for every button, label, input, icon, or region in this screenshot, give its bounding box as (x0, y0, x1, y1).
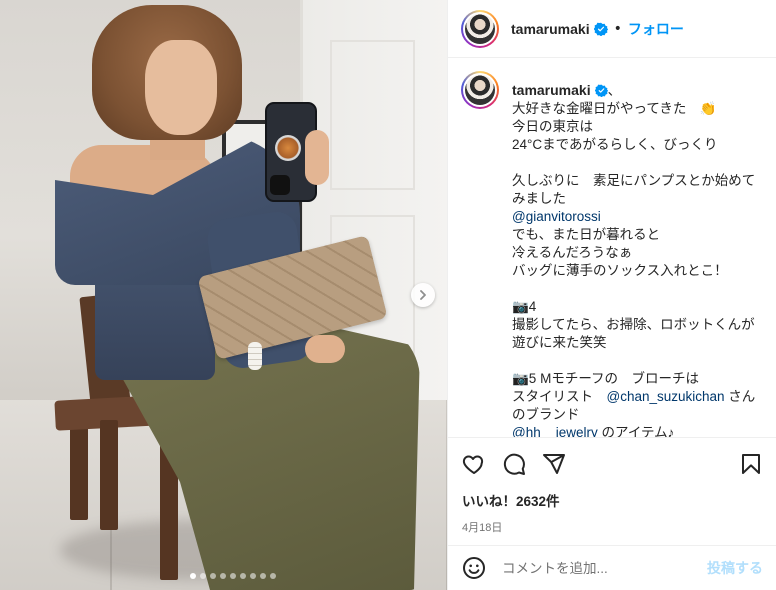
chair-leg (70, 420, 88, 520)
avatar[interactable] (461, 71, 499, 109)
post-header: tamarumaki • フォロー (448, 0, 776, 58)
door-panel (330, 40, 415, 190)
like-button[interactable] (462, 452, 486, 476)
caption-username[interactable]: tamarumaki (512, 82, 591, 98)
carousel-dot (230, 573, 236, 579)
separator-dot: • (613, 20, 622, 37)
carousel-dot (220, 573, 226, 579)
post-photo[interactable] (0, 0, 447, 590)
hand (305, 335, 345, 363)
caption-line: スタイリスト @chan_suzukichan さんのブランド (512, 389, 756, 422)
phone-camera (270, 175, 290, 195)
caption-line: 📷4 (512, 299, 537, 314)
carousel-dot (200, 573, 206, 579)
carousel-dot (260, 573, 266, 579)
caption-line: 24°Cまであがるらしく、びっくり (512, 137, 718, 152)
avatar[interactable] (461, 9, 499, 48)
caption-line: @gianvitorossi (512, 208, 761, 226)
share-button[interactable] (542, 452, 566, 476)
carousel-dot (250, 573, 256, 579)
caption-blank-line (512, 154, 761, 172)
mention-link[interactable]: @chan_suzukichan (607, 389, 725, 404)
avatar-image (465, 75, 495, 105)
save-button[interactable] (739, 452, 763, 476)
carousel-dot (190, 573, 196, 579)
hand-holding-phone (305, 130, 329, 185)
avatar-image (465, 13, 495, 44)
caption-line: 大好きな金曜日がやってきた 👏 (512, 101, 717, 116)
like-count[interactable]: いいね！2632件 (462, 490, 763, 510)
chevron-right-icon (420, 290, 426, 300)
comment-button[interactable] (502, 452, 526, 476)
action-icon-row (462, 438, 763, 490)
post-comment-button[interactable]: 投稿する (707, 558, 763, 578)
caption-blank-line (512, 352, 761, 370)
mention-link[interactable]: @gianvitorossi (512, 209, 601, 224)
caption-suffix: 、 (607, 83, 622, 98)
caption-line: 冷えるんだろうなぁ (512, 245, 633, 260)
carousel-next-button[interactable] (411, 283, 435, 307)
caption-line: でも、また日が暮れると (512, 227, 661, 242)
caption-blank-line (512, 280, 761, 298)
carousel-indicator (190, 573, 276, 579)
pearl-bracelet (248, 342, 262, 370)
caption-line: 久しぶりに 素足にパンプスとか始めてみました (512, 173, 756, 206)
post-actions: いいね！2632件 4月18日 (448, 437, 776, 535)
carousel-dot (240, 573, 246, 579)
blouse-body (95, 270, 215, 380)
follow-button[interactable]: フォロー (628, 19, 684, 39)
heart-icon (462, 455, 484, 474)
post-date[interactable]: 4月18日 (462, 519, 763, 535)
verified-badge-icon (593, 22, 608, 36)
mention-link[interactable]: @hh__jewelry (512, 425, 598, 437)
comment-icon (503, 453, 525, 475)
caption-line: 撮影してたら、お掃除、ロボットくんが遊びに来た笑笑 (512, 317, 755, 350)
emoji-button[interactable] (462, 556, 486, 580)
emoji-icon (463, 557, 485, 579)
caption: tamarumaki 、 大好きな金曜日がやってきた 👏 今日の東京は 24°Cまであ… (512, 71, 761, 437)
caption-line: @hh__jewelry のアイテム♪ (512, 424, 761, 437)
caption-section: tamarumaki 、 大好きな金曜日がやってきた 👏 今日の東京は 24°Cまであ… (448, 59, 776, 437)
phone-sticker (275, 135, 301, 161)
face (145, 40, 217, 135)
post-side-panel: tamarumaki • フォロー tamarumaki 、 大好きな金曜日がやっ… (447, 0, 776, 590)
chair-leg (100, 420, 118, 530)
carousel-dot (270, 573, 276, 579)
verified-badge-icon (594, 84, 608, 97)
comment-bar: 投稿する (448, 545, 776, 590)
caption-line: 今日の東京は (512, 119, 593, 134)
share-icon (543, 454, 565, 474)
comment-input[interactable] (502, 560, 707, 576)
bookmark-icon (742, 454, 760, 474)
caption-text: 大好きな金曜日がやってきた 👏 今日の東京は 24°Cまであがるらしく、びっくり 久… (512, 100, 761, 437)
carousel-dot (210, 573, 216, 579)
caption-line: 📷5 Mモチーフの ブローチは (512, 371, 700, 386)
username[interactable]: tamarumaki (511, 21, 590, 37)
caption-line: バッグに薄手のソックス入れとこ！ (512, 263, 728, 278)
